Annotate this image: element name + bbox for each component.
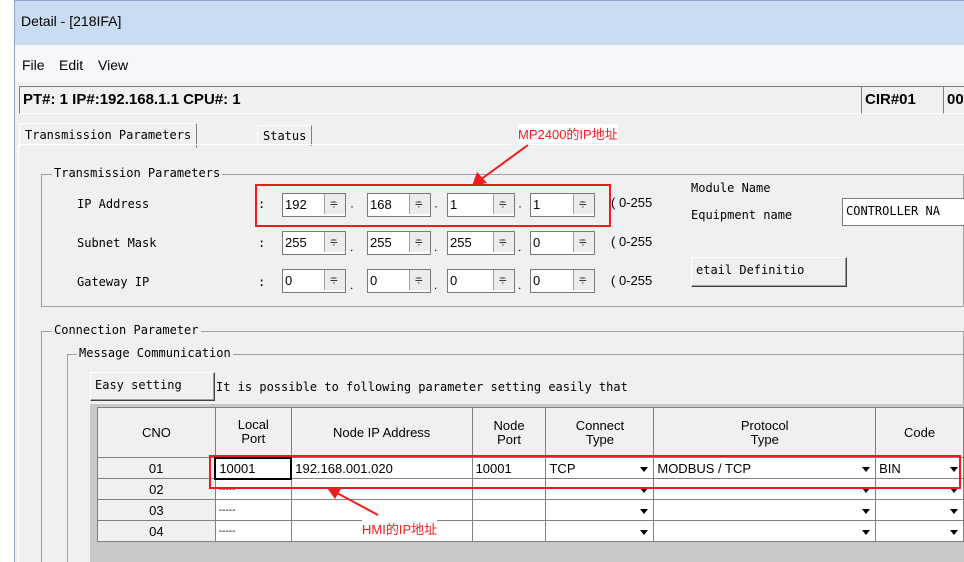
hmi-ip-annotation: HMI的IP地址 [362,519,438,538]
annotation-arrows [327,144,529,516]
arrow-head-icon [472,172,487,186]
mp2400-ip-annotation: MP2400的IP地址 [518,124,618,143]
arrow-head-icon [327,487,342,499]
